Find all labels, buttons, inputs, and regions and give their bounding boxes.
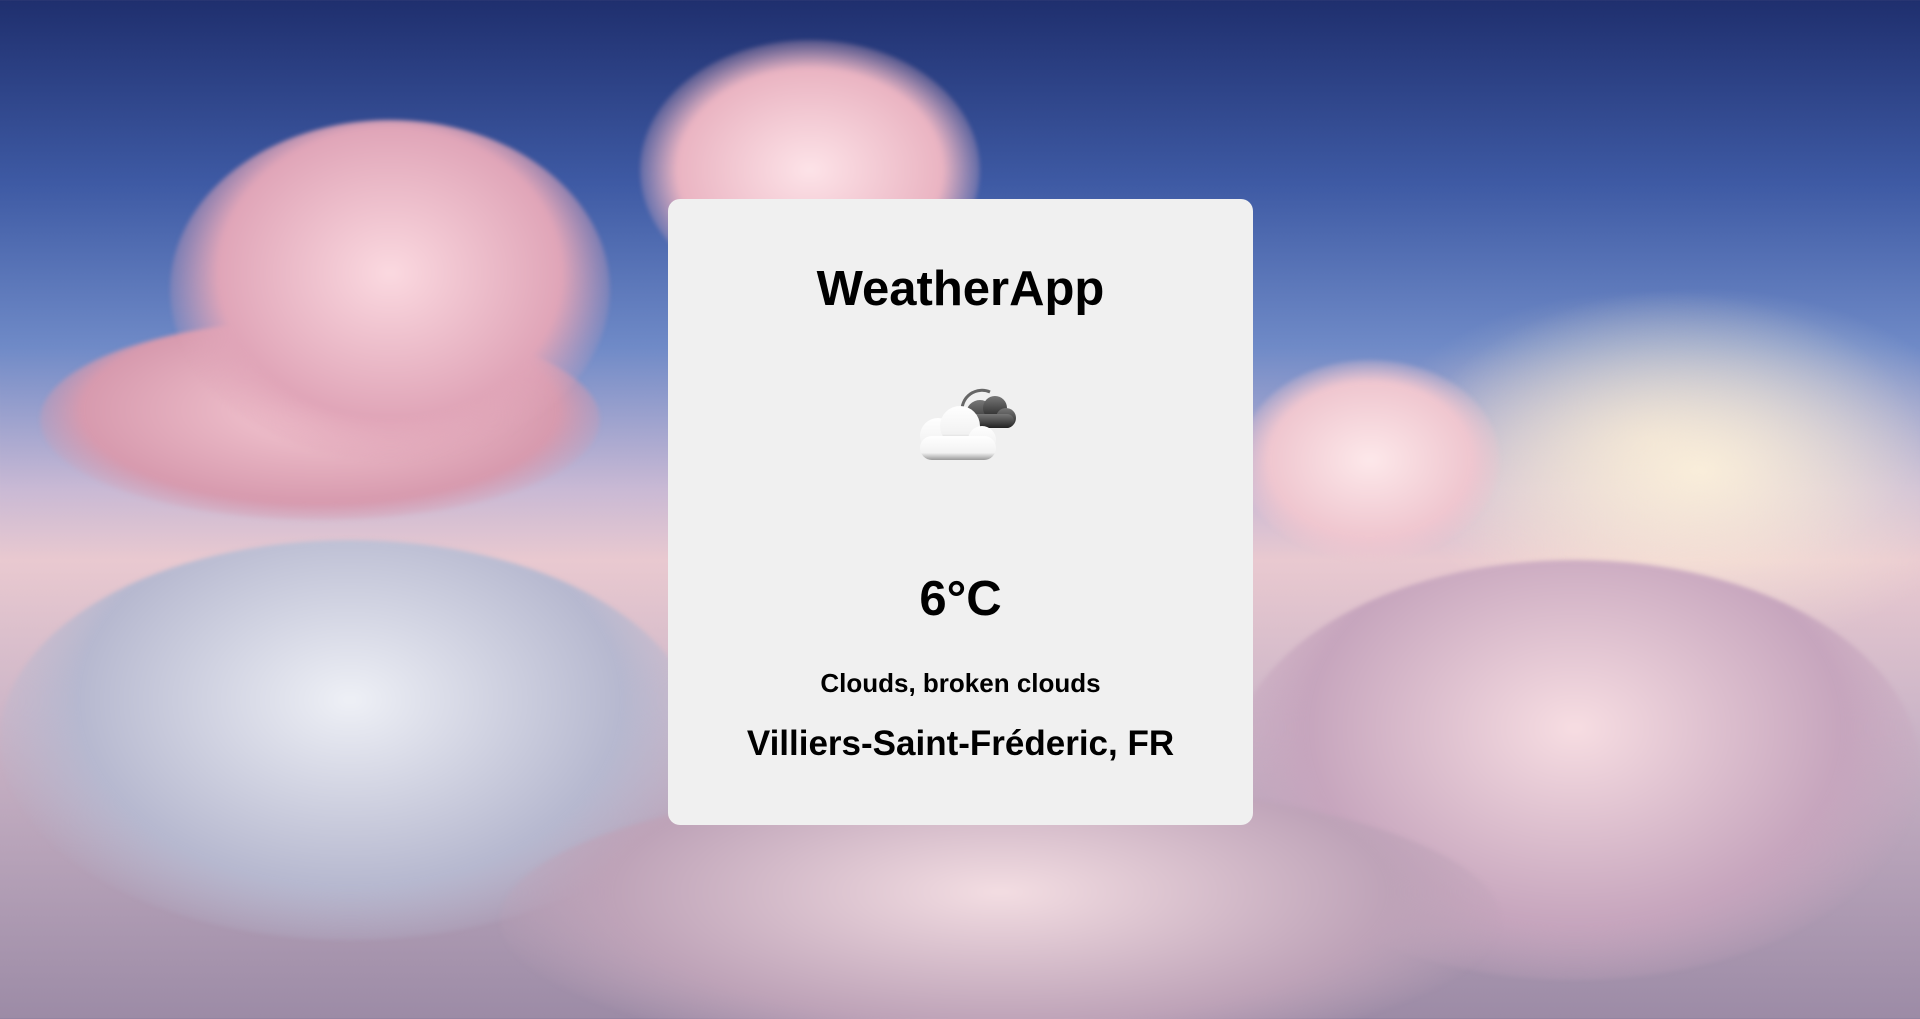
temperature: 6°C: [919, 572, 1002, 626]
weather-description: Clouds, broken clouds: [820, 668, 1101, 698]
weather-card: WeatherApp 6°C Clouds, broken clouds Vil…: [668, 199, 1253, 825]
broken-clouds-icon: [898, 384, 1028, 474]
app-title: WeatherApp: [816, 262, 1105, 316]
location: Villiers-Saint-Fréderic, FR: [746, 724, 1175, 763]
